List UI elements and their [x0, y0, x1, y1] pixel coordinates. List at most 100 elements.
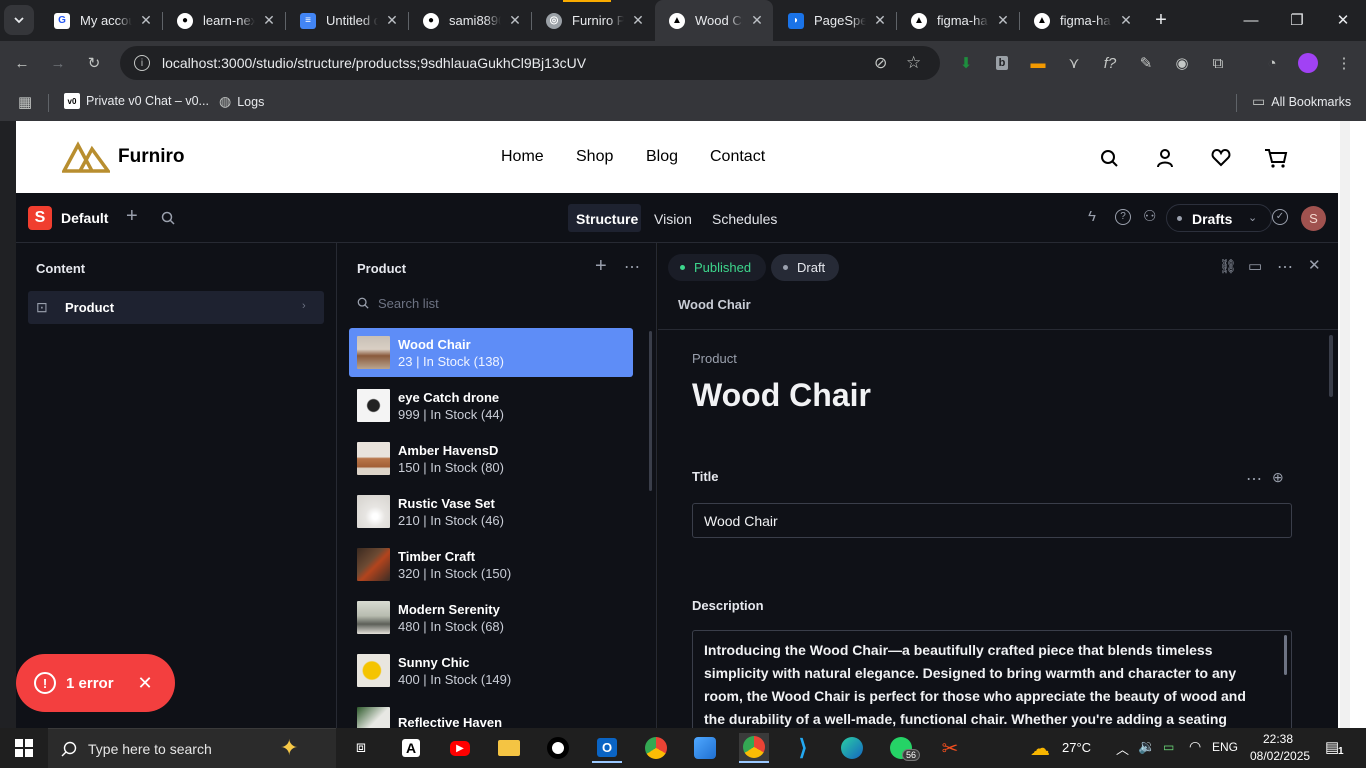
- edge-icon[interactable]: [837, 733, 867, 763]
- new-tab-button[interactable]: +: [1146, 0, 1176, 40]
- address-bar[interactable]: i localhost:3000/studio/structure/produc…: [120, 46, 940, 80]
- lightning-icon[interactable]: ϟ: [1088, 208, 1096, 225]
- cart-icon[interactable]: [1264, 147, 1288, 169]
- close-icon[interactable]: ✕: [1308, 256, 1321, 274]
- workspace-name[interactable]: Default: [61, 210, 108, 226]
- tab-learn-next[interactable]: ● learn-nex ✕: [163, 0, 285, 41]
- extension-b-icon[interactable]: b: [992, 53, 1012, 73]
- list-item[interactable]: Reflective Haven: [349, 699, 633, 728]
- tab-figma-1[interactable]: ▲ figma-ha ✕: [897, 0, 1019, 41]
- close-icon[interactable]: ✕: [1118, 12, 1134, 29]
- vscode-icon[interactable]: ⟩: [788, 733, 818, 763]
- status-draft-chip[interactable]: Draft: [771, 254, 839, 281]
- user-icon[interactable]: [1154, 147, 1176, 169]
- nav-shop[interactable]: Shop: [576, 148, 613, 166]
- file-explorer-icon[interactable]: [494, 733, 524, 763]
- tab-untitled-doc[interactable]: ≡ Untitled d ✕: [286, 0, 408, 41]
- tab-sami[interactable]: ● sami8890 ✕: [409, 0, 531, 41]
- nav-home[interactable]: Home: [501, 148, 544, 166]
- eye-off-icon[interactable]: ⊘: [874, 53, 887, 73]
- photos-icon[interactable]: [690, 733, 720, 763]
- plus-icon[interactable]: +: [126, 205, 138, 228]
- puzzle-extensions-icon[interactable]: ⧉: [1208, 53, 1228, 73]
- user-avatar[interactable]: S: [1301, 206, 1326, 231]
- url-text[interactable]: localhost:3000/studio/structure/products…: [162, 55, 586, 71]
- clock-time[interactable]: 22:38: [1263, 732, 1293, 746]
- chrome-icon[interactable]: [641, 733, 671, 763]
- nav-blog[interactable]: Blog: [646, 148, 678, 166]
- search-icon[interactable]: [161, 211, 175, 225]
- weather-icon[interactable]: ☁: [1030, 736, 1050, 761]
- tab-wood-chair[interactable]: ▲ Wood Cha✕: [655, 0, 773, 41]
- bookmark-v0[interactable]: v0 Private v0 Chat – v0...: [64, 93, 209, 109]
- add-comment-icon[interactable]: ⊕: [1272, 469, 1284, 486]
- extension-car-icon[interactable]: ▬: [1028, 53, 1048, 73]
- extension-download-icon[interactable]: ⬇: [956, 53, 976, 73]
- chevron-up-icon[interactable]: ︿: [1116, 739, 1129, 758]
- list-scrollbar[interactable]: [649, 331, 652, 491]
- language-indicator[interactable]: ENG: [1212, 740, 1238, 754]
- task-view-icon[interactable]: ⧈: [346, 733, 376, 763]
- battery-icon[interactable]: ▭: [1163, 740, 1174, 754]
- close-icon[interactable]: ✕: [138, 673, 153, 694]
- minimize-button[interactable]: —: [1228, 0, 1274, 40]
- restore-button[interactable]: ❐: [1274, 0, 1320, 40]
- list-item[interactable]: Wood Chair 23 | In Stock (138): [349, 328, 633, 377]
- taskbar-search[interactable]: Type here to search ✦: [48, 728, 336, 768]
- speaker-icon[interactable]: 🔉: [1138, 738, 1155, 755]
- whatsapp-icon[interactable]: 56: [886, 733, 921, 763]
- color-picker-icon[interactable]: ✎: [1136, 53, 1156, 73]
- site-logo[interactable]: Furniro: [62, 141, 185, 173]
- apps-grid-icon[interactable]: ▦: [18, 93, 32, 111]
- performance-icon[interactable]: ◔: [1262, 53, 1282, 73]
- close-icon[interactable]: ✕: [630, 12, 646, 29]
- profile-avatar[interactable]: [1298, 53, 1318, 73]
- check-circle-icon[interactable]: ✓: [1272, 209, 1288, 225]
- reload-button[interactable]: ↻: [84, 53, 104, 73]
- list-item[interactable]: Sunny Chic 400 | In Stock (149): [349, 646, 633, 695]
- error-toast[interactable]: ! 1 error ✕: [16, 654, 175, 712]
- all-bookmarks[interactable]: ▭ All Bookmarks: [1252, 93, 1351, 110]
- chrome-active-icon[interactable]: [739, 733, 769, 763]
- users-icon[interactable]: ⚇: [1143, 207, 1156, 225]
- more-icon[interactable]: ⋯: [1277, 257, 1293, 277]
- forward-button[interactable]: →: [48, 53, 68, 73]
- tab-search-button[interactable]: [4, 5, 34, 35]
- search-icon[interactable]: [1098, 147, 1120, 169]
- youtube-icon[interactable]: ▶: [445, 733, 475, 763]
- sanity-logo-icon[interactable]: S: [28, 206, 52, 230]
- nav-contact[interactable]: Contact: [710, 148, 765, 166]
- windows-start-icon[interactable]: [9, 733, 39, 763]
- list-item[interactable]: Rustic Vase Set 210 | In Stock (46): [349, 487, 633, 536]
- help-icon[interactable]: ?: [1115, 209, 1131, 225]
- close-window-button[interactable]: ✕: [1320, 0, 1366, 40]
- bookmark-logs[interactable]: ◍ Logs: [219, 93, 264, 110]
- content-item-product[interactable]: ⊡ Product ›: [28, 291, 324, 324]
- tab-vision[interactable]: Vision: [654, 211, 692, 227]
- wifi-icon[interactable]: ◠: [1189, 738, 1201, 755]
- more-icon[interactable]: ⋯: [624, 257, 641, 277]
- tab-schedules[interactable]: Schedules: [712, 211, 777, 227]
- list-item[interactable]: Modern Serenity 480 | In Stock (68): [349, 593, 633, 642]
- plus-icon[interactable]: +: [595, 255, 607, 278]
- heart-icon[interactable]: [1210, 147, 1232, 169]
- close-icon[interactable]: ✕: [872, 12, 888, 29]
- close-icon[interactable]: ✕: [749, 12, 765, 29]
- weather-temp[interactable]: 27°C: [1062, 740, 1091, 755]
- extension-fx-icon[interactable]: f?: [1100, 53, 1120, 73]
- tab-figma-2[interactable]: ▲ figma-ha ✕: [1020, 0, 1142, 41]
- textarea-scrollbar[interactable]: [1284, 635, 1287, 675]
- list-item[interactable]: Amber HavensD 150 | In Stock (80): [349, 434, 633, 483]
- app-a-icon[interactable]: A: [396, 733, 426, 763]
- tab-structure[interactable]: Structure: [568, 204, 641, 232]
- close-icon[interactable]: ✕: [138, 12, 154, 29]
- status-published-chip[interactable]: Published: [668, 254, 766, 281]
- copilot-sparkle-icon[interactable]: ✦: [280, 735, 298, 761]
- comment-icon[interactable]: ▭: [1248, 257, 1262, 275]
- close-icon[interactable]: ✕: [384, 12, 400, 29]
- drafts-dropdown[interactable]: Drafts ⌄: [1166, 204, 1272, 232]
- list-item[interactable]: eye Catch drone 999 | In Stock (44): [349, 381, 633, 430]
- list-item[interactable]: Timber Craft 320 | In Stock (150): [349, 540, 633, 589]
- description-field[interactable]: Introducing the Wood Chair—a beautifully…: [692, 630, 1292, 728]
- tab-furniro[interactable]: ◎ Furniro P ✕: [532, 0, 654, 41]
